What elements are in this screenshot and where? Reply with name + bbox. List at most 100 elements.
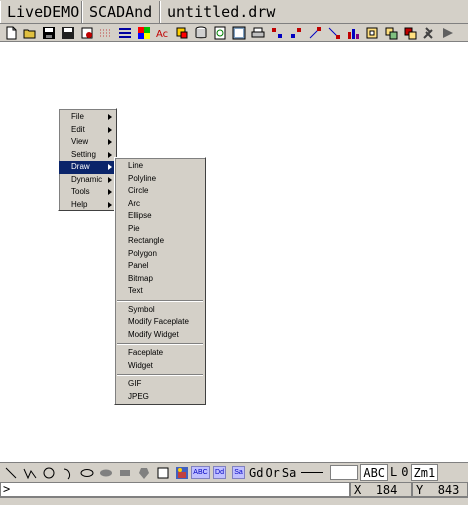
line-style-icon[interactable] [115,24,134,41]
refresh-icon[interactable] [210,24,229,41]
font-color-icon[interactable]: Ac [153,24,172,41]
abc-label: ABC [191,466,210,479]
fill-color-icon[interactable] [172,24,191,41]
draw-item-gif[interactable]: GIF [115,378,205,391]
draw-item-text[interactable]: Text [115,285,205,298]
align-left-icon[interactable] [267,24,286,41]
menu-item-file[interactable]: File [59,111,116,124]
open-folder-icon[interactable] [20,24,39,41]
align-right-icon[interactable] [286,24,305,41]
menu-item-label: Setting [71,149,96,159]
menu-item-label: Dynamic [71,174,103,184]
main-toolbar: Ac [0,24,468,42]
save-disk-icon[interactable] [39,24,58,41]
draw-item-polygon[interactable]: Polygon [115,248,205,261]
dd-label: Dd [213,466,226,479]
status-bar [0,497,468,505]
run-icon[interactable] [438,24,457,41]
draw-item-arc[interactable]: Arc [115,198,205,211]
ellipse-tool-icon[interactable] [77,464,96,482]
draw-item-circle[interactable]: Circle [115,185,205,198]
align-top-icon[interactable] [305,24,324,41]
font-sample[interactable]: ABC [360,464,389,481]
color-swatch[interactable] [330,465,359,480]
properties-icon[interactable] [229,24,248,41]
draw-item-faceplate[interactable]: Faceplate [115,347,205,360]
menu-item-setting[interactable]: Setting [59,149,116,162]
align-bottom-icon[interactable] [324,24,343,41]
draw-item-widget[interactable]: Widget [115,360,205,373]
menu-item-tools[interactable]: Tools [59,186,116,199]
menu-item-draw[interactable]: Draw [59,161,116,174]
line-style-sample[interactable] [297,464,327,482]
sa-label: Sa [232,466,245,479]
rectangle-tool-icon[interactable] [115,464,134,482]
print-preview-icon[interactable] [77,24,96,41]
command-line[interactable]: > [0,482,350,497]
draw-item-modify-faceplate[interactable]: Modify Faceplate [115,316,205,329]
or-button[interactable]: Or [264,464,280,482]
circle-tool-icon[interactable] [39,464,58,482]
new-file-icon[interactable] [1,24,20,41]
submenu-arrow-icon [108,176,112,183]
menu-item-help[interactable]: Help [59,199,116,212]
gd-button[interactable]: Gd [248,464,264,482]
menu-item-label: Tools [71,187,90,196]
y-value: 843 [437,483,460,497]
project-title: SCADAnd [82,0,160,23]
layers-icon[interactable] [191,24,210,41]
arc-tool-icon[interactable] [58,464,77,482]
y-label: Y [416,483,424,497]
submenu-arrow-icon [108,164,112,170]
draw-item-jpeg[interactable]: JPEG [115,391,205,404]
line-tool-icon[interactable] [1,464,20,482]
save-all-icon[interactable] [58,24,77,41]
submenu-arrow-icon [108,151,112,158]
polyline-tool-icon[interactable] [20,464,39,482]
app-title: LiveDEMO [0,0,82,23]
tools-icon[interactable] [419,24,438,41]
x-label: X [354,483,362,497]
ungroup-icon[interactable] [381,24,400,41]
draw-item-panel[interactable]: Panel [115,260,205,273]
x-coordinate: X 184 [350,482,412,497]
menu-item-dynamic[interactable]: Dynamic [59,174,116,187]
color-palette-icon[interactable] [134,24,153,41]
menu-item-label: Edit [71,124,85,134]
draw-item-line[interactable]: Line [115,160,205,173]
polygon-tool-icon[interactable] [134,464,153,482]
bring-front-icon[interactable] [400,24,419,41]
submenu-arrow-icon [108,189,112,195]
group-icon[interactable] [362,24,381,41]
sa-text-button[interactable]: Sa [281,464,297,482]
grid-dots-icon[interactable] [96,24,115,41]
dd-button[interactable]: Dd [210,464,229,482]
submenu-arrow-icon [108,201,112,208]
text-abc-button[interactable]: ABC [191,464,210,482]
draw-item-bitmap[interactable]: Bitmap [115,273,205,286]
title-bar: LiveDEMO SCADAnd untitled.drw [0,0,468,24]
draw-item-ellipse[interactable]: Ellipse [115,210,205,223]
draw-item-polyline[interactable]: Polyline [115,173,205,186]
zoom-field[interactable]: Zm1 [410,464,439,481]
submenu-arrow-icon [108,114,112,120]
draw-item-pie[interactable]: Pie [115,223,205,236]
draw-item-symbol[interactable]: Symbol [115,304,205,317]
sa-button[interactable]: Sa [229,464,248,482]
bar-chart-icon[interactable] [343,24,362,41]
menu-item-view[interactable]: View [59,136,116,149]
bitmap-tool-icon[interactable] [172,464,191,482]
pie-tool-icon[interactable] [96,464,115,482]
draw-item-rectangle[interactable]: Rectangle [115,235,205,248]
drawing-toolbar: ABC Dd Sa Gd Or Sa ABC L 0 Zm1 [0,462,468,482]
submenu-arrow-icon [108,126,112,133]
menu-item-label: View [71,137,89,146]
menu-item-edit[interactable]: Edit [59,124,116,137]
print-icon[interactable] [248,24,267,41]
submenu-arrow-icon [108,139,112,145]
draw-item-modify-widget[interactable]: Modify Widget [115,329,205,342]
layer-value[interactable]: 0 [399,464,410,481]
main-context-menu: File Edit View Setting Draw Dynamic Tool… [58,108,117,211]
panel-tool-icon[interactable] [153,464,172,482]
command-prompt: > [3,482,11,496]
